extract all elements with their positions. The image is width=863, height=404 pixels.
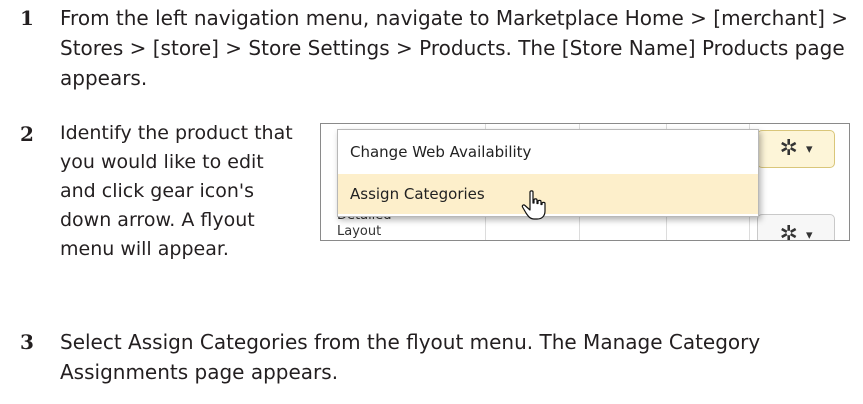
step-number: 1 xyxy=(20,6,34,30)
flyout-menu-screenshot: Detailed Layout ✲ ▾ ✲ ▾ Change Web Avail… xyxy=(320,123,850,241)
gear-icon: ✲ xyxy=(779,222,798,241)
menu-item-change-web-availability[interactable]: Change Web Availability xyxy=(338,132,758,172)
gear-dropdown-button[interactable]: ✲ ▾ xyxy=(757,214,835,241)
cell-line: Layout xyxy=(337,224,382,239)
step-text: From the left navigation menu, navigate … xyxy=(60,6,849,90)
step-text: Identify the product that you would like… xyxy=(60,122,293,260)
menu-item-assign-categories[interactable]: Assign Categories xyxy=(338,174,758,214)
caret-down-icon: ▾ xyxy=(805,141,813,157)
hand-pointer-icon xyxy=(521,190,546,220)
gear-dropdown-button[interactable]: ✲ ▾ xyxy=(757,130,835,168)
caret-down-icon: ▾ xyxy=(805,227,813,241)
gear-icon: ✲ xyxy=(779,136,798,161)
step-text: Select Assign Categories from the flyout… xyxy=(60,330,761,384)
step-number: 2 xyxy=(20,122,34,146)
step-number: 3 xyxy=(20,330,34,354)
flyout-menu: Change Web Availability Assign Categorie… xyxy=(337,129,759,217)
